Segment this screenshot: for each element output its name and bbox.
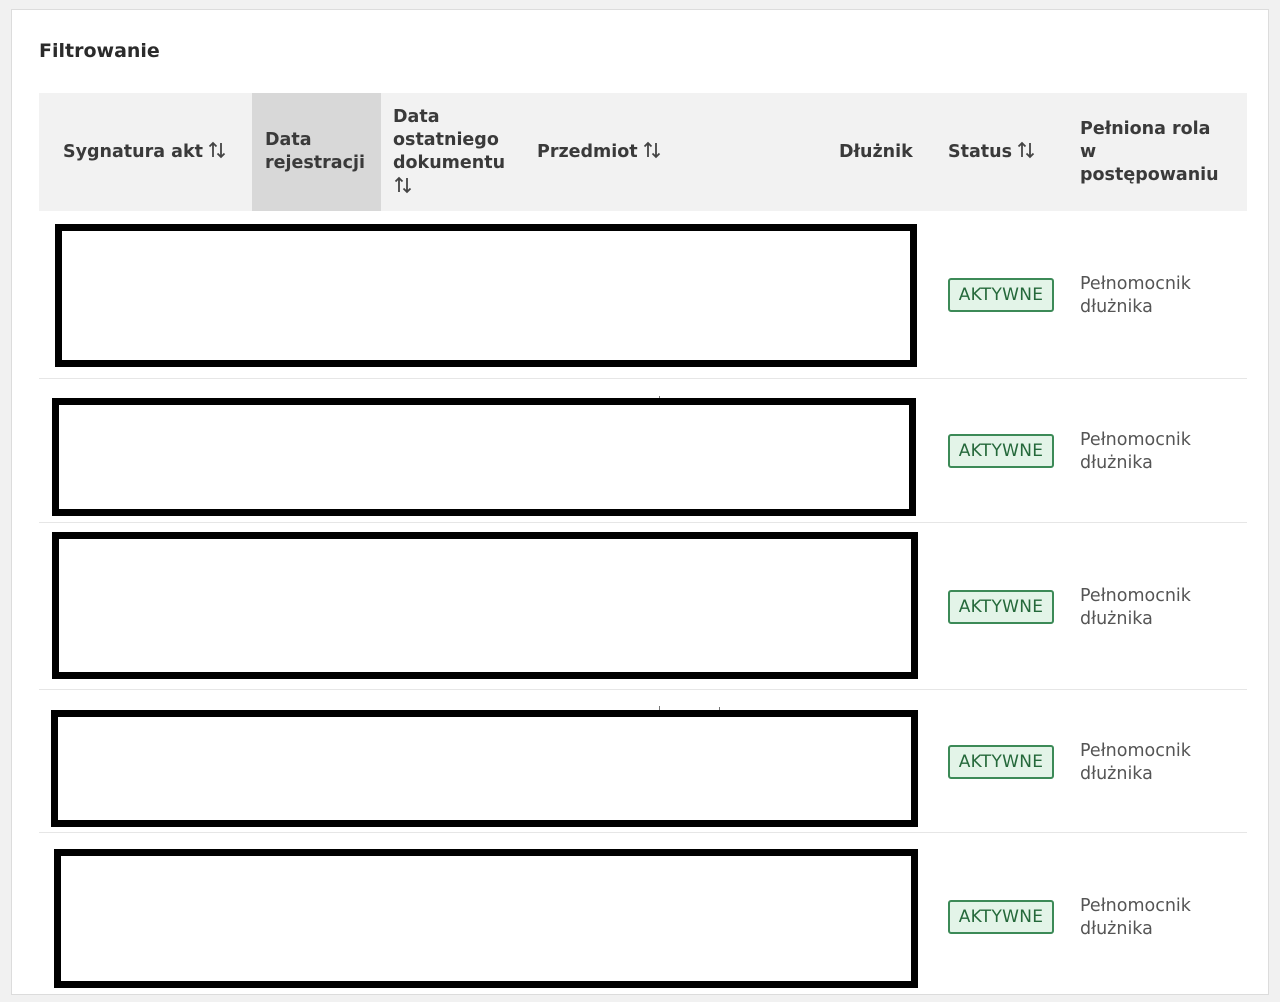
header-label: rejestracji <box>265 153 365 173</box>
sort-arrows-icon[interactable] <box>1016 140 1036 160</box>
panel-title: Filtrowanie <box>39 40 160 62</box>
redacted-area <box>54 849 918 988</box>
header-label: Pełniona rola <box>1080 118 1211 139</box>
header-label: dokumentu <box>393 152 506 173</box>
status-badge: AKTYWNE <box>948 900 1054 934</box>
header-label: Dłużnik <box>839 141 913 162</box>
status-badge: AKTYWNE <box>948 590 1054 624</box>
table-header: Sygnatura akt Data rejestracji Data osta… <box>39 93 1247 211</box>
header-status[interactable]: Status <box>936 93 1068 211</box>
header-pelniona-rola: Pełniona rola w postępowaniu <box>1068 93 1247 211</box>
redacted-area <box>52 532 918 679</box>
redacted-area <box>51 710 918 827</box>
header-label: Data <box>393 106 440 127</box>
header-label: Status <box>948 142 1013 162</box>
table-row[interactable]: AKTYWNE Pełnomocnik dłużnika <box>39 833 1247 996</box>
table-row[interactable]: AKTYWNE Pełnomocnik dłużnika <box>39 379 1247 523</box>
header-label: ostatniego <box>393 129 499 150</box>
sort-arrows-icon[interactable] <box>642 140 662 160</box>
role-text: Pełnomocnik dłużnika <box>1080 274 1191 317</box>
header-label: postępowaniu <box>1080 164 1219 185</box>
role-text: Pełnomocnik dłużnika <box>1080 430 1191 473</box>
redacted-area <box>55 224 917 367</box>
role-text: Pełnomocnik dłużnika <box>1080 741 1191 784</box>
status-badge: AKTYWNE <box>948 434 1054 468</box>
table-row[interactable]: AKTYWNE Pełnomocnik dłużnika <box>39 690 1247 833</box>
header-label: w <box>1080 141 1097 162</box>
status-badge: AKTYWNE <box>948 745 1054 779</box>
filter-panel: Filtrowanie Sygnatura akt Data rejestrac… <box>11 9 1269 995</box>
sort-arrows-icon[interactable] <box>207 140 227 160</box>
role-text: Pełnomocnik dłużnika <box>1080 896 1191 939</box>
table-row[interactable]: AKTYWNE Pełnomocnik dłużnika <box>39 523 1247 690</box>
header-data-rejestracji[interactable]: Data rejestracji <box>252 93 381 211</box>
header-data-ostatniego-dokumentu[interactable]: Data ostatniego dokumentu <box>381 93 526 211</box>
status-badge: AKTYWNE <box>948 278 1054 312</box>
header-sygnatura-akt[interactable]: Sygnatura akt <box>39 93 252 211</box>
header-dluznik: Dłużnik <box>826 93 936 211</box>
role-text: Pełnomocnik dłużnika <box>1080 586 1191 629</box>
redacted-area <box>52 398 916 516</box>
header-label: Przedmiot <box>537 142 638 162</box>
header-label: Sygnatura akt <box>63 142 203 162</box>
sort-arrows-icon[interactable] <box>393 175 413 195</box>
table-row[interactable]: AKTYWNE Pełnomocnik dłużnika <box>39 211 1247 379</box>
header-label: Data <box>265 130 312 150</box>
header-przedmiot[interactable]: Przedmiot <box>526 93 826 211</box>
